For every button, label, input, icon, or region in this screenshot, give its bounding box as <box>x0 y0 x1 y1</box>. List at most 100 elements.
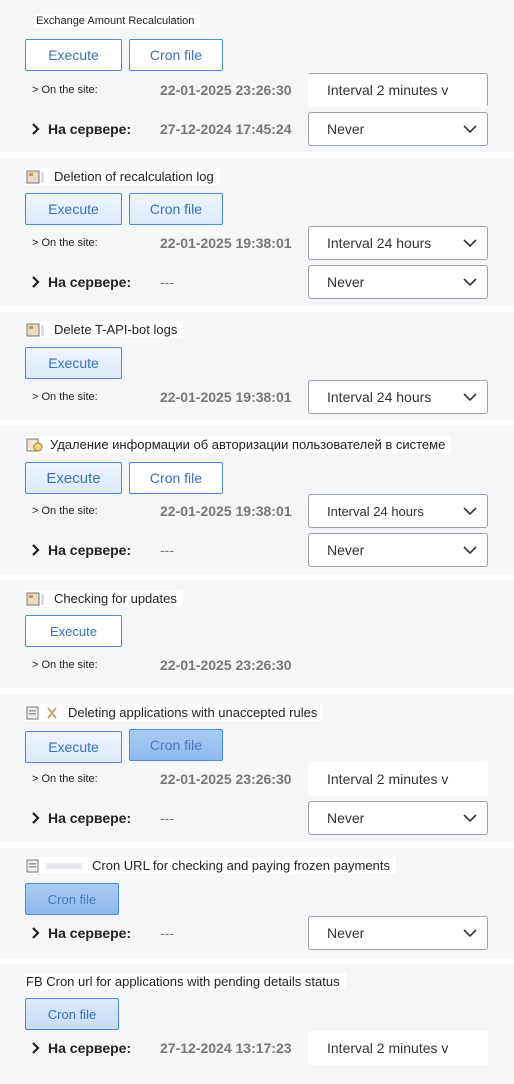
server-label: На сервере: <box>32 925 131 941</box>
log-icon <box>26 592 48 606</box>
cron-file-button[interactable]: Cron file <box>129 39 223 71</box>
task-title: Delete T-API-bot logs <box>24 321 184 338</box>
server-label: На сервере: <box>32 121 131 137</box>
server-interval-select[interactable]: Never <box>308 801 488 835</box>
server-interval-select[interactable]: Interval 2 minutes v <box>308 1031 488 1065</box>
execute-button[interactable]: Execute <box>25 193 122 225</box>
chevron-down-icon <box>463 393 477 402</box>
server-time: 27-12-2024 13:17:23 <box>160 1040 292 1056</box>
site-label: > On the site: <box>32 391 98 403</box>
task-title-text: FB Cron url for applications with pendin… <box>26 974 340 989</box>
site-label: > On the site: <box>32 505 98 517</box>
cron-file-button[interactable]: Cron file <box>129 462 223 494</box>
server-interval-select[interactable]: Never <box>308 533 488 567</box>
server-label: На сервере: <box>32 274 131 290</box>
chevron-down-icon <box>463 929 477 938</box>
task-title: Deletion of recalculation log <box>24 168 220 185</box>
clipboard-icon <box>26 706 62 720</box>
site-interval-select[interactable]: Interval 2 minutes v <box>308 73 488 107</box>
site-interval-select[interactable]: Interval 24 hours <box>308 226 488 260</box>
server-time: --- <box>160 274 174 290</box>
server-time: 27-12-2024 17:45:24 <box>160 121 292 137</box>
task-title: Удаление информации об авторизации польз… <box>24 436 452 453</box>
task-title-text: Checking for updates <box>54 591 177 606</box>
task-title: FB Cron url for applications with pendin… <box>24 973 346 990</box>
server-interval-select[interactable]: Never <box>308 112 488 146</box>
site-time: 22-01-2025 23:26:30 <box>160 82 292 98</box>
chevron-right-icon <box>32 927 40 939</box>
server-interval-select[interactable]: Never <box>308 265 488 299</box>
cron-file-button[interactable]: Cron file <box>129 729 223 761</box>
site-interval-select[interactable]: Interval 24 hours <box>308 494 488 528</box>
task-separator <box>0 574 514 580</box>
cron-file-button[interactable]: Cron file <box>129 193 223 225</box>
log-icon <box>26 323 48 337</box>
site-time: 22-01-2025 19:38:01 <box>160 235 292 251</box>
execute-button[interactable]: Execute <box>25 462 122 494</box>
server-row: На сервере: --- Never <box>24 265 494 299</box>
site-label: > On the site: <box>32 773 98 785</box>
task-title-text: Exchange Amount Recalculation <box>36 15 195 27</box>
task-title-text: Delete T-API-bot logs <box>54 322 178 337</box>
task-title: Deleting applications with unaccepted ru… <box>24 704 324 721</box>
site-row: > On the site: 22-01-2025 19:38:01 Inter… <box>24 380 494 414</box>
server-label: На сервере: <box>32 810 131 826</box>
site-row: > On the site: 22-01-2025 23:26:30 Inter… <box>24 73 494 107</box>
clock-icon <box>26 438 44 452</box>
site-interval-select[interactable]: Interval 2 minutes v <box>308 762 488 796</box>
site-row: > On the site: 22-01-2025 19:38:01 Inter… <box>24 494 494 528</box>
site-time: 22-01-2025 19:38:01 <box>160 389 292 405</box>
site-row: > On the site: 22-01-2025 19:38:01 Inter… <box>24 226 494 260</box>
task-title: Cron URL for checking and paying frozen … <box>24 857 396 874</box>
chevron-down-icon <box>463 507 477 516</box>
cron-file-button[interactable]: Cron file <box>25 998 119 1030</box>
site-label: > On the site: <box>32 659 98 671</box>
server-time: --- <box>160 925 174 941</box>
log-icon <box>26 170 48 184</box>
task-title: Exchange Amount Recalculation <box>34 14 201 28</box>
site-time: 22-01-2025 23:26:30 <box>160 657 292 673</box>
chevron-down-icon <box>463 125 477 134</box>
site-label: > On the site: <box>32 237 98 249</box>
execute-button[interactable]: Execute <box>25 731 122 763</box>
execute-button[interactable]: Execute <box>25 615 122 647</box>
server-label: На сервере: <box>32 542 131 558</box>
server-row: На сервере: --- Never <box>24 916 494 950</box>
server-row: На сервере: 27-12-2024 13:17:23 Interval… <box>24 1031 494 1065</box>
task-title-text: Deleting applications with unaccepted ru… <box>68 705 318 720</box>
server-row: На сервере: 27-12-2024 17:45:24 Never <box>24 112 494 146</box>
server-time: --- <box>160 542 174 558</box>
server-label: На сервере: <box>32 1040 131 1056</box>
server-interval-select[interactable]: Never <box>308 916 488 950</box>
chevron-down-icon <box>463 239 477 248</box>
chevron-right-icon <box>32 123 40 135</box>
task-separator <box>0 842 514 848</box>
server-row: На сервере: --- Never <box>24 533 494 567</box>
chevron-right-icon <box>32 276 40 288</box>
site-row: > On the site: 22-01-2025 23:26:30 Inter… <box>24 762 494 796</box>
chevron-right-icon <box>32 544 40 556</box>
chevron-right-icon <box>32 1042 40 1054</box>
task-title-text: Cron URL for checking and paying frozen … <box>92 858 390 873</box>
chevron-down-icon <box>463 278 477 287</box>
chevron-down-icon <box>463 546 477 555</box>
chevron-right-icon <box>32 812 40 824</box>
server-row: На сервере: --- Never <box>24 801 494 835</box>
task-title-text: Deletion of recalculation log <box>54 169 214 184</box>
task-title-text: Удаление информации об авторизации польз… <box>50 437 446 452</box>
task-separator <box>0 958 514 964</box>
task-separator <box>0 688 514 694</box>
chevron-down-icon <box>463 814 477 823</box>
execute-button[interactable]: Execute <box>25 347 122 379</box>
site-interval-select[interactable]: Interval 24 hours <box>308 380 488 414</box>
task-separator <box>0 306 514 312</box>
site-time: 22-01-2025 23:26:30 <box>160 771 292 787</box>
site-row: > On the site: 22-01-2025 23:26:30 <box>24 648 494 682</box>
task-title: Checking for updates <box>24 590 183 607</box>
cron-file-button[interactable]: Cron file <box>25 883 119 915</box>
site-time: 22-01-2025 19:38:01 <box>160 503 292 519</box>
task-separator <box>0 420 514 426</box>
server-time: --- <box>160 810 174 826</box>
task-separator <box>0 152 514 158</box>
execute-button[interactable]: Execute <box>25 39 122 71</box>
